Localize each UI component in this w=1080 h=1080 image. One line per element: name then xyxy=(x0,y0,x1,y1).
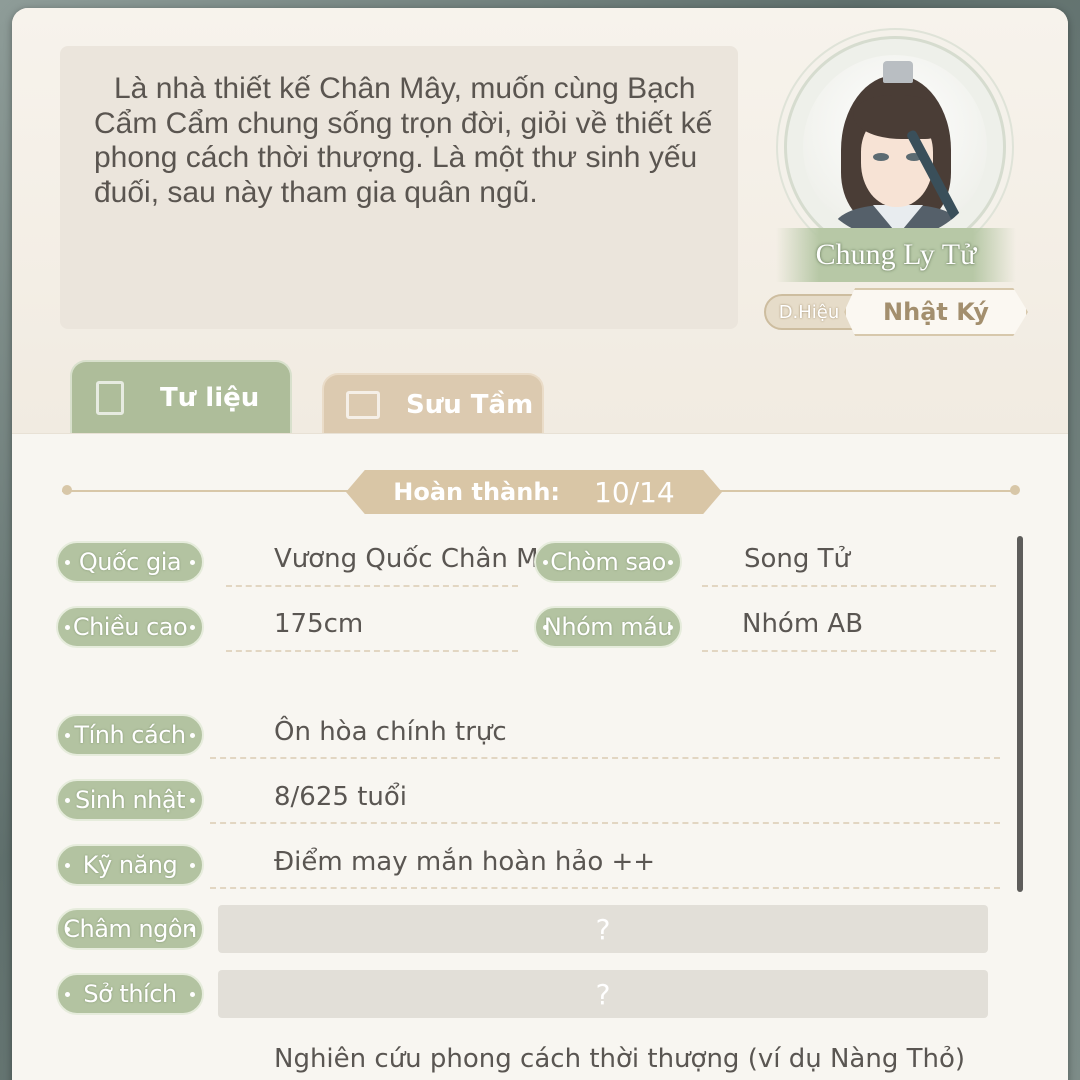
tab-label: Sưu Tầm xyxy=(406,390,534,420)
character-name-banner: Chung Ly Tử xyxy=(776,228,1016,282)
document-icon xyxy=(96,381,124,415)
row-underline xyxy=(226,650,518,652)
tab-tu-lieu[interactable]: Tư liệu xyxy=(70,360,292,434)
scrollbar[interactable] xyxy=(1017,536,1023,892)
row-underline xyxy=(210,757,1000,759)
label-birthday: Sinh nhật xyxy=(56,779,204,821)
value-skill: Điểm may mắn hoàn hảo ++ xyxy=(274,847,656,877)
row-underline xyxy=(702,650,996,652)
divider-dot xyxy=(62,485,72,495)
label-personality: Tính cách xyxy=(56,714,204,756)
label-height: Chiều cao xyxy=(56,606,204,648)
row-underline xyxy=(226,585,518,587)
value-blood-type: Nhóm AB xyxy=(742,609,864,639)
completion-badge: Hoàn thành: 10/14 xyxy=(346,470,722,514)
tab-label: Tư liệu xyxy=(160,383,260,413)
divider xyxy=(712,490,1018,492)
value-country: Vương Quốc Chân Mây xyxy=(274,544,570,574)
value-personality: Ôn hòa chính trực xyxy=(274,717,507,747)
avatar[interactable] xyxy=(784,36,1006,258)
value-birthday: 8/625 tuổi xyxy=(274,782,407,812)
book-icon xyxy=(346,391,380,419)
tab-suu-tam[interactable]: Sưu Tầm xyxy=(322,373,544,435)
description-box: Là nhà thiết kế Chân Mây, muốn cùng Bạch… xyxy=(60,46,738,329)
character-portrait xyxy=(803,55,987,239)
character-description: Là nhà thiết kế Chân Mây, muốn cùng Bạch… xyxy=(94,72,713,209)
label-blood-type: Nhóm máu xyxy=(534,606,682,648)
label-country: Quốc gia xyxy=(56,541,204,583)
completion-label: Hoàn thành: xyxy=(393,478,561,506)
profile-panel: Là nhà thiết kế Chân Mây, muốn cùng Bạch… xyxy=(12,8,1068,1080)
info-content: Hoàn thành: 10/14 Quốc gia Vương Quốc Ch… xyxy=(12,433,1068,1080)
value-height: 175cm xyxy=(274,609,364,639)
label-constellation: Chòm sao xyxy=(534,541,682,583)
locked-hobby: ? xyxy=(218,970,988,1018)
row-underline xyxy=(210,887,1000,889)
label-hobby: Sở thích xyxy=(56,973,204,1015)
completion-value: 10/14 xyxy=(594,475,675,509)
locked-motto: ? xyxy=(218,905,988,953)
value-constellation: Song Tử xyxy=(744,544,851,574)
divider-dot xyxy=(1010,485,1020,495)
title-tag-button[interactable]: D.Hiệu xyxy=(764,294,854,330)
row-underline xyxy=(702,585,996,587)
diary-button[interactable]: Nhật Ký xyxy=(844,288,1028,336)
value-extra: Nghiên cứu phong cách thời thượng (ví dụ… xyxy=(274,1044,965,1074)
hair-crown-icon xyxy=(883,61,913,83)
label-skill: Kỹ năng xyxy=(56,844,204,886)
profile-header: Là nhà thiết kế Chân Mây, muốn cùng Bạch… xyxy=(12,8,1068,435)
label-motto: Châm ngôn xyxy=(56,908,204,950)
divider xyxy=(62,490,362,492)
row-underline xyxy=(210,822,1000,824)
character-name: Chung Ly Tử xyxy=(815,238,977,271)
